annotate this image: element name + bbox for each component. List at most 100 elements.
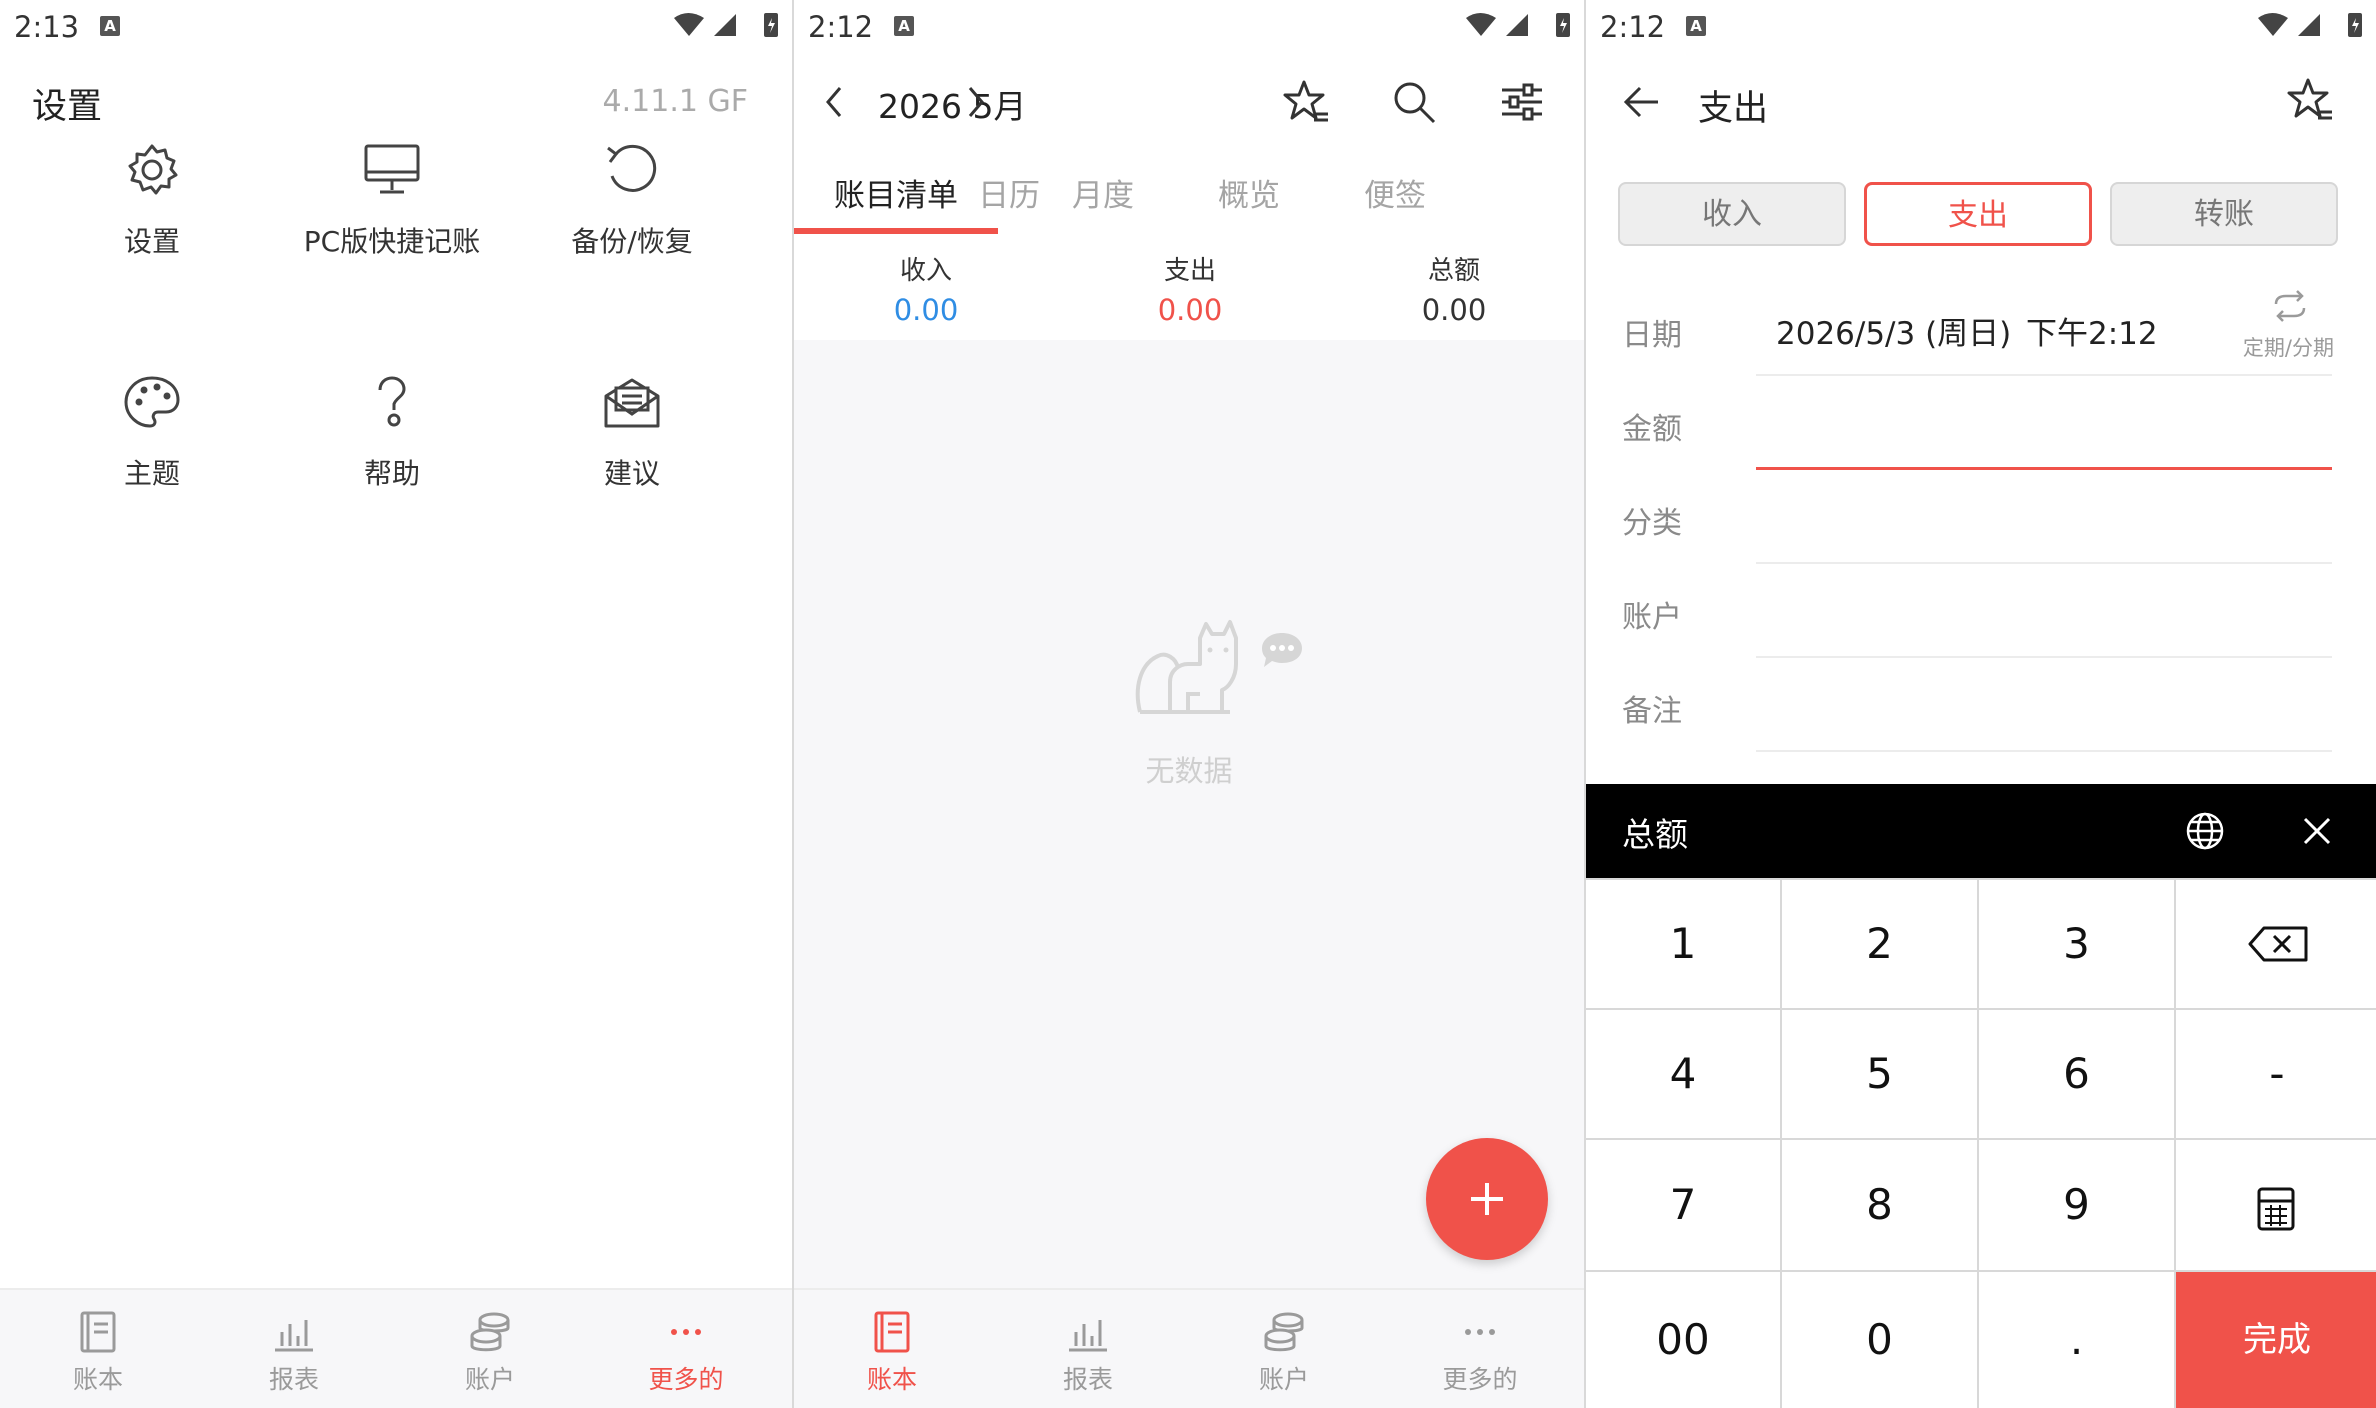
theme-label: 主题 — [123, 457, 180, 490]
calculator-key[interactable] — [2176, 1140, 2376, 1270]
tab-notes[interactable]: 便签 — [1320, 170, 1470, 215]
backspace-key[interactable] — [2176, 880, 2376, 1008]
nav-more[interactable]: 更多的 — [588, 1290, 784, 1408]
done-button[interactable]: 完成 — [2176, 1272, 2376, 1408]
month-header: 2026 5月 — [794, 52, 1584, 152]
key-6[interactable]: 6 — [1979, 1010, 2174, 1138]
key-decimal[interactable]: . — [1979, 1272, 2174, 1408]
key-1[interactable]: 1 — [1586, 880, 1780, 1008]
back-arrow-icon[interactable] — [1622, 84, 1662, 120]
status-bar: 2:13 A — [0, 0, 792, 52]
date-row[interactable]: 日期 2026/5/3 (周日) 下午2:12 定期/分期 — [1586, 282, 2376, 376]
nav-reports[interactable]: 报表 — [990, 1290, 1186, 1408]
chevron-right-icon[interactable] — [962, 84, 988, 120]
nav-more-label: 更多的 — [1442, 1365, 1518, 1394]
nav-accounts-label: 账户 — [464, 1365, 515, 1394]
status-time: 2:13 — [14, 10, 80, 44]
help-item[interactable]: 帮助 — [262, 372, 522, 532]
notification-icon: A — [1686, 16, 1706, 36]
key-9[interactable]: 9 — [1979, 1140, 2174, 1270]
date-value[interactable]: 2026/5/3 (周日) — [1776, 308, 2011, 353]
type-income-button[interactable]: 收入 — [1618, 182, 1846, 246]
type-expense-button[interactable]: 支出 — [1864, 182, 2092, 246]
nav-ledger-label: 账本 — [72, 1365, 123, 1394]
cat-empty-illustration-icon — [1135, 620, 1238, 714]
tab-monthly[interactable]: 月度 — [1028, 170, 1178, 215]
close-icon[interactable] — [2300, 814, 2334, 848]
version-label: 4.11.1 GF — [602, 84, 748, 119]
repeat-icon[interactable] — [2270, 288, 2310, 324]
empty-message: 无数据 — [1145, 754, 1233, 788]
nav-accounts-label: 账户 — [1258, 1365, 1309, 1394]
account-label: 账户 — [1622, 600, 1682, 635]
total-value: 0.00 — [1421, 293, 1487, 327]
theme-item[interactable]: 主题 — [22, 372, 282, 532]
number-keypad: 1 2 3 4 5 6 - 7 8 9 00 0 . 完成 — [1586, 878, 2376, 1408]
income-value: 0.00 — [893, 293, 959, 327]
tab-overview[interactable]: 概览 — [1174, 170, 1324, 215]
more-icon — [671, 1329, 701, 1335]
page-title: 支出 — [1698, 89, 1769, 129]
category-label: 分类 — [1622, 506, 1682, 541]
time-value[interactable]: 下午2:12 — [2026, 308, 2158, 353]
key-3[interactable]: 3 — [1979, 880, 2174, 1008]
nav-ledger[interactable]: 账本 — [0, 1290, 196, 1408]
entry-list-empty: 无数据 — [794, 340, 1584, 1288]
more-icon — [1465, 1329, 1495, 1335]
globe-icon[interactable] — [2184, 810, 2226, 852]
key-2[interactable]: 2 — [1782, 880, 1977, 1008]
status-bar: 2:12 A — [794, 0, 1584, 52]
category-row[interactable]: 分类 — [1586, 470, 2376, 564]
key-00[interactable]: 00 — [1586, 1272, 1780, 1408]
signal-battery-icon — [674, 13, 778, 37]
star-list-icon[interactable] — [2286, 76, 2334, 124]
summary-bar: 收入 0.00 支出 0.00 总额 0.00 — [794, 236, 1584, 342]
chat-bubble-icon — [1262, 633, 1302, 667]
keypad-title: 总额 — [1622, 815, 1688, 854]
settings-item-label: 设置 — [123, 225, 180, 258]
nav-more-label: 更多的 — [648, 1365, 724, 1394]
type-transfer-button[interactable]: 转账 — [2110, 182, 2338, 246]
nav-ledger[interactable]: 账本 — [794, 1290, 990, 1408]
feedback-item[interactable]: 建议 — [502, 372, 762, 532]
book-icon — [80, 1311, 116, 1353]
key-8[interactable]: 8 — [1782, 1140, 1977, 1270]
status-time: 2:12 — [808, 10, 874, 44]
nav-reports[interactable]: 报表 — [196, 1290, 392, 1408]
amount-row[interactable]: 金额 — [1586, 376, 2376, 470]
pc-quick-entry-item[interactable]: PC版快捷记账 — [262, 140, 522, 300]
monitor-icon — [364, 144, 420, 194]
recurring-label[interactable]: 定期/分期 — [2243, 332, 2334, 362]
settings-item[interactable]: 设置 — [22, 140, 282, 300]
key-4[interactable]: 4 — [1586, 1010, 1780, 1138]
note-row[interactable]: 备注 — [1586, 658, 2376, 752]
ledger-screen: 2:12 A 2026 5月 账目清单 日历 月度 概览 便签 收入 0.00 … — [792, 0, 1584, 1408]
plus-icon — [1471, 1183, 1503, 1215]
nav-accounts[interactable]: 账户 — [1186, 1290, 1382, 1408]
filter-sliders-icon[interactable] — [1498, 78, 1546, 126]
key-minus[interactable]: - — [2176, 1010, 2376, 1138]
help-icon — [378, 376, 406, 427]
nav-more[interactable]: 更多的 — [1382, 1290, 1578, 1408]
active-tab-indicator — [794, 228, 998, 234]
status-bar: 2:12 A — [1586, 0, 2376, 52]
bar-chart-icon — [1069, 1320, 1107, 1352]
bar-chart-icon — [275, 1320, 313, 1352]
account-row[interactable]: 账户 — [1586, 564, 2376, 658]
amount-label: 金额 — [1622, 412, 1682, 447]
backup-restore-item[interactable]: 备份/恢复 — [502, 140, 762, 300]
search-icon[interactable] — [1390, 78, 1438, 126]
restore-icon — [607, 144, 657, 192]
month-label[interactable]: 2026 5月 — [878, 80, 1026, 128]
bottom-nav: 账本 报表 账户 更多的 — [794, 1288, 1584, 1408]
chevron-left-icon[interactable] — [822, 84, 848, 120]
nav-accounts[interactable]: 账户 — [392, 1290, 588, 1408]
key-0[interactable]: 0 — [1782, 1272, 1977, 1408]
key-5[interactable]: 5 — [1782, 1010, 1977, 1138]
coins-icon — [1264, 1312, 1304, 1352]
star-list-icon[interactable] — [1282, 78, 1330, 126]
income-label: 收入 — [899, 256, 952, 286]
page-title: 设置 — [32, 87, 103, 127]
key-7[interactable]: 7 — [1586, 1140, 1780, 1270]
add-entry-button[interactable] — [1426, 1138, 1548, 1260]
